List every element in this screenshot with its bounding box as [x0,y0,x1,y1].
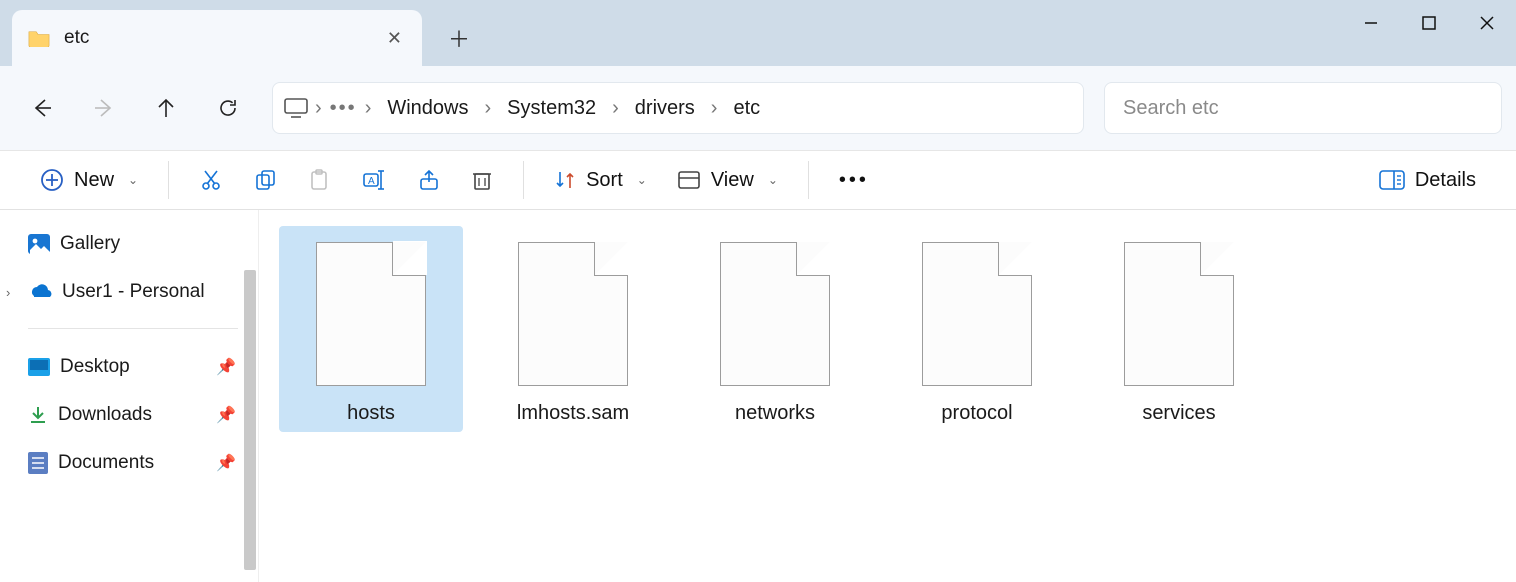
file-list[interactable]: hosts lmhosts.sam networks protocol serv… [258,210,1516,582]
chevron-down-icon: ⌄ [637,173,647,187]
search-placeholder: Search etc [1123,97,1219,120]
file-name: networks [735,402,815,425]
this-pc-icon [283,97,309,119]
chevron-right-icon[interactable]: › [610,97,621,120]
maximize-button[interactable] [1400,0,1458,46]
breadcrumb-windows[interactable]: Windows [377,93,478,124]
sidebar-item-label: Desktop [60,356,130,378]
pin-icon[interactable]: 📌 [216,453,236,473]
title-bar: etc ✕ ＋ [0,0,1516,66]
active-tab[interactable]: etc ✕ [12,10,422,66]
sort-button-label: Sort [586,169,623,192]
chevron-right-icon[interactable]: › [363,97,374,120]
close-window-button[interactable] [1458,0,1516,46]
forward-button[interactable] [76,84,132,132]
sidebar-item-label: Downloads [58,404,152,426]
chevron-right-icon[interactable]: › [6,285,10,300]
toolbar: New ⌄ A Sort ⌄ View ⌄ ••• Details [0,150,1516,210]
sidebar-item-onedrive[interactable]: › User1 - Personal [0,268,258,316]
tab-title: etc [64,27,89,49]
pin-icon[interactable]: 📌 [216,405,236,425]
address-bar[interactable]: › ••• › Windows › System32 › drivers › e… [272,82,1084,134]
file-icon [316,242,426,386]
close-tab-icon[interactable]: ✕ [387,28,402,49]
rename-button[interactable]: A [349,158,399,202]
new-tab-button[interactable]: ＋ [440,19,478,57]
sidebar-item-label: User1 - Personal [62,281,205,303]
toolbar-divider [168,161,169,199]
delete-button[interactable] [459,158,505,202]
file-name: hosts [347,402,395,425]
file-icon [720,242,830,386]
file-icon [922,242,1032,386]
copy-button[interactable] [241,158,289,202]
breadcrumb-drivers[interactable]: drivers [625,93,705,124]
sidebar-item-desktop[interactable]: Desktop 📌 [0,343,258,391]
breadcrumb-etc[interactable]: etc [723,93,770,124]
toolbar-divider [808,161,809,199]
more-button[interactable]: ••• [827,158,881,202]
up-button[interactable] [138,84,194,132]
file-item[interactable]: hosts [279,226,463,432]
downloads-icon [28,405,48,425]
search-input[interactable]: Search etc [1104,82,1502,134]
sidebar-divider [28,328,238,329]
view-button-label: View [711,169,754,192]
gallery-icon [28,234,50,254]
onedrive-icon [28,284,52,300]
cut-button[interactable] [187,158,235,202]
file-item[interactable]: lmhosts.sam [481,226,665,432]
new-button-label: New [74,169,114,192]
desktop-icon [28,358,50,376]
svg-text:A: A [368,176,375,187]
file-name: protocol [941,402,1012,425]
refresh-button[interactable] [200,84,256,132]
minimize-button[interactable] [1342,0,1400,46]
details-pane-label: Details [1415,169,1476,192]
sidebar-scrollbar[interactable] [244,270,256,570]
sidebar-item-documents[interactable]: Documents 📌 [0,439,258,487]
window-controls [1342,0,1516,46]
details-pane-button[interactable]: Details [1367,158,1488,202]
share-button[interactable] [405,158,453,202]
sort-button[interactable]: Sort ⌄ [542,158,659,202]
paste-button[interactable] [295,158,343,202]
documents-icon [28,452,48,474]
folder-icon [28,29,50,47]
pin-icon[interactable]: 📌 [216,357,236,377]
sidebar-item-downloads[interactable]: Downloads 📌 [0,391,258,439]
navigation-pane: Gallery › User1 - Personal Desktop 📌 Dow… [0,210,258,582]
file-item[interactable]: networks [683,226,867,432]
sidebar-item-label: Documents [58,452,154,474]
back-button[interactable] [14,84,70,132]
file-item[interactable]: services [1087,226,1271,432]
nav-row: › ••• › Windows › System32 › drivers › e… [0,66,1516,150]
toolbar-divider [523,161,524,199]
file-name: services [1142,402,1215,425]
file-name: lmhosts.sam [517,402,629,425]
chevron-right-icon[interactable]: › [313,97,324,120]
file-icon [1124,242,1234,386]
chevron-down-icon: ⌄ [768,173,778,187]
chevron-down-icon: ⌄ [128,173,138,187]
more-paths-icon[interactable]: ••• [328,97,359,120]
content-area: Gallery › User1 - Personal Desktop 📌 Dow… [0,210,1516,582]
file-icon [518,242,628,386]
breadcrumb-system32[interactable]: System32 [497,93,606,124]
file-item[interactable]: protocol [885,226,1069,432]
chevron-right-icon[interactable]: › [709,97,720,120]
chevron-right-icon[interactable]: › [483,97,494,120]
new-button[interactable]: New ⌄ [28,158,150,202]
sidebar-item-label: Gallery [60,233,120,255]
view-button[interactable]: View ⌄ [665,158,790,202]
sidebar-item-gallery[interactable]: Gallery [0,220,258,268]
